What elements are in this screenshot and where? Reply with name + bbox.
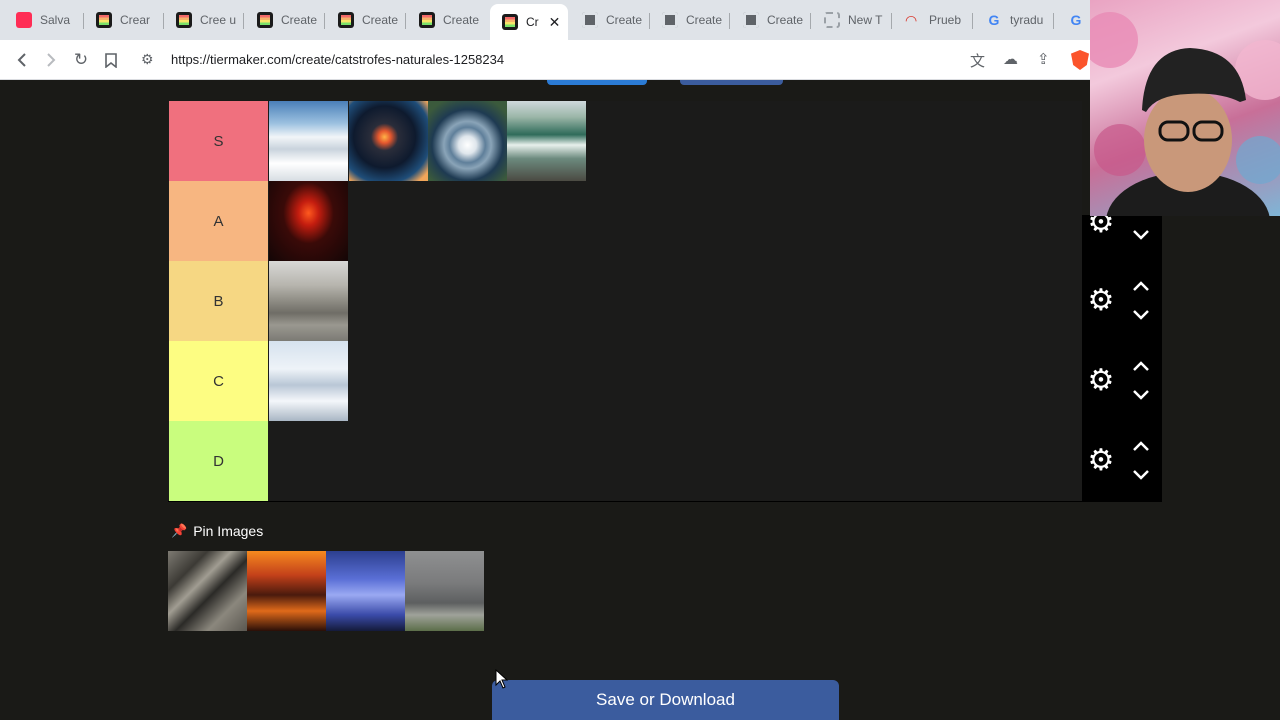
tab-label: Create bbox=[362, 13, 399, 27]
loading-icon bbox=[824, 12, 840, 28]
tab-11[interactable]: New T bbox=[812, 4, 892, 36]
bookmark-icon[interactable] bbox=[100, 49, 122, 71]
webcam-person-image bbox=[1090, 12, 1280, 216]
tab-3[interactable]: Cree u bbox=[164, 4, 244, 36]
translate-icon[interactable]: 文 bbox=[970, 50, 985, 71]
pin-images-header: 📌 Pin Images bbox=[171, 523, 263, 539]
tab-9[interactable]: Create bbox=[650, 4, 730, 36]
tab-2[interactable]: Crear bbox=[84, 4, 164, 36]
tab-7-active[interactable]: Cr ✕ bbox=[490, 4, 568, 40]
top-button-right[interactable] bbox=[680, 80, 783, 85]
chevron-down-icon[interactable] bbox=[1131, 229, 1151, 245]
tiermaker-icon bbox=[419, 12, 435, 28]
cloud-icon[interactable]: ☁ bbox=[1003, 50, 1018, 68]
tier-row-c: C bbox=[168, 341, 1082, 421]
address-bar: ↻ ⚙ https://tiermaker.com/create/catstro… bbox=[0, 40, 1280, 80]
tab-label: Cr bbox=[526, 15, 539, 29]
meteor-image[interactable] bbox=[349, 101, 428, 181]
url-text[interactable]: https://tiermaker.com/create/catstrofes-… bbox=[171, 52, 504, 67]
page-content: S A B C D ⚙ ⚙ ⚙ ⚙ 📌 Pin Images Save or D… bbox=[0, 80, 1280, 720]
earthquake-image[interactable] bbox=[168, 551, 247, 631]
tiermaker-icon bbox=[96, 12, 112, 28]
chevron-down-icon[interactable] bbox=[1131, 389, 1151, 405]
tab-8[interactable]: Create bbox=[570, 4, 650, 36]
webcam-overlay bbox=[1090, 0, 1280, 216]
tab-4[interactable]: Create bbox=[245, 4, 325, 36]
tab-label: Create bbox=[767, 13, 804, 27]
tiermaker-icon bbox=[176, 12, 192, 28]
tab-5[interactable]: Create bbox=[326, 4, 406, 36]
chevron-down-icon[interactable] bbox=[1131, 469, 1151, 485]
chrome-ext-icon bbox=[743, 12, 759, 28]
tab-label: New T bbox=[848, 13, 883, 27]
chevron-down-icon[interactable] bbox=[1131, 309, 1151, 325]
tab-12[interactable]: ◠ Prueb bbox=[893, 4, 973, 36]
chevron-up-icon[interactable] bbox=[1131, 280, 1151, 296]
gear-icon[interactable]: ⚙ bbox=[1086, 286, 1116, 316]
tab-1[interactable]: Salva bbox=[4, 4, 84, 36]
save-or-download-button[interactable]: Save or Download bbox=[492, 680, 839, 720]
reload-icon[interactable]: ↻ bbox=[70, 49, 92, 71]
tier-row-b: B bbox=[168, 261, 1082, 341]
hurricane-image[interactable] bbox=[428, 101, 507, 181]
tier-row-s: S bbox=[168, 101, 1082, 181]
chevron-up-icon[interactable] bbox=[1131, 360, 1151, 376]
tiermaker-icon bbox=[502, 14, 518, 30]
tier-label[interactable]: S bbox=[169, 101, 268, 181]
tiermaker-icon bbox=[338, 12, 354, 28]
tab-label: Create bbox=[281, 13, 318, 27]
volcano-image[interactable] bbox=[269, 181, 348, 261]
brave-shield-icon[interactable] bbox=[1071, 50, 1089, 70]
tab-label: Crear bbox=[120, 13, 151, 27]
top-button-left[interactable] bbox=[547, 80, 647, 85]
forward-icon[interactable] bbox=[40, 49, 62, 71]
tier-label[interactable]: C bbox=[169, 341, 268, 421]
tiermaker-icon bbox=[257, 12, 273, 28]
chrome-ext-icon bbox=[582, 12, 598, 28]
speedometer-icon: ◠ bbox=[905, 12, 918, 28]
tab-label: Cree u bbox=[200, 13, 237, 27]
tsunami-image[interactable] bbox=[507, 101, 586, 181]
gear-icon[interactable]: ⚙ bbox=[1086, 366, 1116, 396]
pushpin-icon: 📌 bbox=[171, 523, 188, 538]
flood-image[interactable] bbox=[269, 261, 348, 341]
tab-label: Create bbox=[606, 13, 643, 27]
tier-label[interactable]: D bbox=[169, 421, 268, 501]
gear-icon[interactable]: ⚙ bbox=[1086, 446, 1116, 476]
google-icon: G bbox=[1070, 12, 1082, 28]
snowstorm-image[interactable] bbox=[269, 341, 348, 421]
pin-images-label: Pin Images bbox=[193, 523, 264, 539]
site-settings-icon[interactable]: ⚙ bbox=[141, 51, 154, 68]
tab-label: Create bbox=[443, 13, 480, 27]
tier-list: S A B C D bbox=[168, 101, 1082, 502]
google-icon: G bbox=[988, 12, 1000, 28]
browser-tab-strip: Salva Crear Cree u Create Create Create … bbox=[0, 0, 1280, 40]
back-icon[interactable] bbox=[11, 49, 33, 71]
close-tab-icon[interactable]: ✕ bbox=[549, 14, 561, 31]
tier-row-d: D bbox=[168, 421, 1082, 501]
chrome-ext-icon bbox=[662, 12, 678, 28]
tab-13[interactable]: Gtyradu bbox=[974, 4, 1054, 36]
tier-label[interactable]: B bbox=[169, 261, 268, 341]
youtube-icon bbox=[16, 12, 32, 28]
tab-label: Create bbox=[686, 13, 723, 27]
tab-label: Salva bbox=[40, 13, 71, 27]
tier-label[interactable]: A bbox=[169, 181, 268, 261]
wildfire-image[interactable] bbox=[247, 551, 326, 631]
tab-10[interactable]: Create bbox=[731, 4, 811, 36]
share-icon[interactable]: ⇪ bbox=[1037, 50, 1050, 68]
tab-6[interactable]: Create bbox=[407, 4, 487, 36]
tab-label: Prueb bbox=[929, 13, 962, 27]
tab-14[interactable]: G bbox=[1056, 4, 1090, 36]
avalanche-image[interactable] bbox=[269, 101, 348, 181]
mouse-cursor-icon bbox=[495, 669, 509, 689]
tier-row-a: A bbox=[168, 181, 1082, 261]
tornado-image[interactable] bbox=[405, 551, 484, 631]
chevron-up-icon[interactable] bbox=[1131, 440, 1151, 456]
tab-label: tyradu bbox=[1010, 13, 1044, 27]
lightning-storm-image[interactable] bbox=[326, 551, 405, 631]
